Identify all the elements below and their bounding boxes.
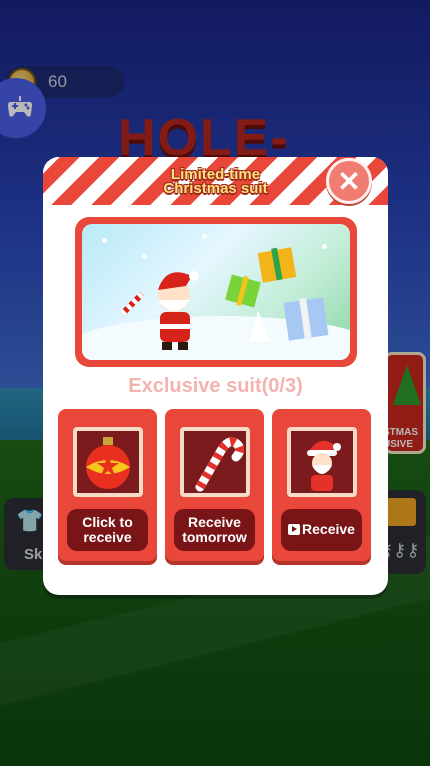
candy-cane-icon bbox=[195, 437, 245, 492]
suit-item-santa: Receive bbox=[272, 409, 371, 561]
santa-figure-icon bbox=[307, 440, 341, 491]
receive-tomorrow-button[interactable]: Receive tomorrow bbox=[174, 509, 255, 551]
watch-ad-receive-label: Receive bbox=[302, 521, 355, 537]
item-icon-frame bbox=[180, 427, 250, 497]
christmas-banner bbox=[75, 217, 357, 367]
item-icon-frame bbox=[287, 427, 357, 497]
item-icon-frame bbox=[73, 427, 143, 497]
dialog-title-line2: Christmas suit bbox=[163, 180, 268, 197]
click-to-receive-label: Click to receive bbox=[82, 514, 133, 545]
suit-item-ornament: Click to receive bbox=[58, 409, 157, 561]
banner-illustration bbox=[82, 224, 350, 360]
video-play-icon bbox=[288, 524, 301, 535]
item-icon-background bbox=[184, 431, 246, 493]
item-icon-background bbox=[77, 431, 139, 493]
click-to-receive-button[interactable]: Click to receive bbox=[67, 509, 148, 551]
item-icon-background bbox=[291, 431, 353, 493]
christmas-suit-dialog: Limited-time Christmas suit Exclusive su… bbox=[43, 157, 388, 595]
santa-scene bbox=[119, 247, 329, 350]
watch-ad-receive-button[interactable]: Receive bbox=[281, 509, 362, 551]
close-button[interactable]: ✕ bbox=[326, 158, 372, 204]
suit-progress-text: Exclusive suit(0/3) bbox=[128, 375, 303, 397]
dialog-title: Limited-time Christmas suit bbox=[113, 167, 318, 197]
watch-ad-receive-content: Receive bbox=[281, 522, 362, 537]
close-icon: ✕ bbox=[337, 166, 361, 197]
receive-tomorrow-label: Receive tomorrow bbox=[182, 514, 247, 545]
ornament-ball-icon bbox=[86, 437, 130, 489]
suit-item-candy-cane: Receive tomorrow bbox=[165, 409, 264, 561]
